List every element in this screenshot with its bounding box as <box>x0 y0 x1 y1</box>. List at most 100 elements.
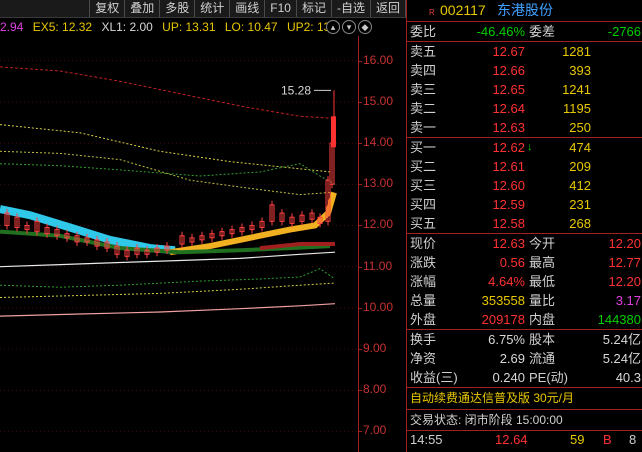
quote-summary: 现价 12.63 今开 12.20 涨跌 0.56 最高 12.77 涨幅 4.64% 最低 12.2… <box>407 233 642 329</box>
bid-row[interactable]: 买一 12.62 ↓ 474 <box>407 138 642 157</box>
ask-row[interactable]: 卖五 12.67 1281 <box>407 42 642 61</box>
draw-line-button[interactable]: 画线 <box>229 0 264 17</box>
bid-label: 买三 <box>410 178 437 193</box>
field-label: 流通 <box>529 351 556 366</box>
ask-label: 卖四 <box>410 63 437 78</box>
field-label: 涨幅 <box>410 274 437 289</box>
tick-time: 14:55 <box>410 432 443 447</box>
bid-price: 12.59 <box>492 197 525 212</box>
axis-tick-mark <box>359 266 362 268</box>
ask-price: 12.65 <box>492 82 525 97</box>
bid-row[interactable]: 买五 12.58 268 <box>407 214 642 233</box>
ask-price: 12.67 <box>492 44 525 59</box>
axis-tick-mark <box>359 307 362 309</box>
ratio-label: 委比 <box>410 24 437 39</box>
chart-toolbar: 复权 叠加 多股 统计 画线 F10 标记 -自选 返回 <box>0 0 406 18</box>
field-label: 量比 <box>529 293 556 308</box>
field-value: 12.20 <box>608 274 641 289</box>
tick-row: 14:55 12.64 59 B 8 <box>407 430 642 449</box>
back-button[interactable]: 返回 <box>369 0 406 17</box>
stock-code[interactable]: 002117 <box>440 0 486 21</box>
axis-tick-label: 7.00 <box>363 423 387 438</box>
field-value: 4.64% <box>488 274 525 289</box>
field-value: 3.17 <box>615 293 641 308</box>
fuquan-button[interactable]: 复权 <box>89 0 124 17</box>
down-arrow-icon: ↓ <box>527 141 533 153</box>
quote-row: 收益(三) 0.240 PE(动) 40.3 <box>407 368 642 387</box>
bid-label: 买四 <box>410 197 437 212</box>
bid-price: 12.61 <box>492 159 525 174</box>
quote-row: 涨跌 0.56 最高 12.77 <box>407 253 642 272</box>
axis-tick-mark <box>359 143 362 145</box>
zoom-up-icon[interactable]: ▴ <box>326 20 340 34</box>
bid-row[interactable]: 买二 12.61 209 <box>407 157 642 176</box>
field-label: 最低 <box>529 274 556 289</box>
promo-banner[interactable]: 自动续费通达信普及版 30元/月 <box>407 387 642 409</box>
axis-tick-label: 10.00 <box>363 299 394 314</box>
field-value: 353558 <box>481 293 525 308</box>
field-label: 净资 <box>410 351 437 366</box>
indicator-line: 2.94 EX5: 12.32 XL1: 2.00 UP: 13.31 LO: … <box>0 18 350 36</box>
ask-book: 卖五 12.67 1281 卖四 12.66 393 卖三 12.65 1241 卖二 12.64 1… <box>407 41 642 137</box>
settings-icon[interactable]: ◆ <box>358 20 372 34</box>
ask-row[interactable]: 卖三 12.65 1241 <box>407 80 642 99</box>
green-envelope-lower <box>0 268 336 288</box>
indicator-up: UP: 13.31 <box>162 20 216 34</box>
ask-row[interactable]: 卖一 12.63 250 <box>407 118 642 137</box>
bid-label: 买二 <box>410 159 437 174</box>
last-candle-body <box>331 116 336 148</box>
bid-label: 买一 <box>410 140 437 155</box>
field-value: 2.69 <box>499 351 525 366</box>
field-label: 最高 <box>529 255 556 270</box>
ask-price: 12.64 <box>492 101 525 116</box>
diff-value: -2766 <box>607 24 641 39</box>
fundamentals: 换手 6.75% 股本 5.24亿 净资 2.69 流通 5.24亿 收益(三) 0.240 PE(… <box>407 329 642 387</box>
ask-volume: 1281 <box>562 44 591 59</box>
tick-volume: 59 <box>570 432 585 447</box>
remove-watchlist-button[interactable]: -自选 <box>330 0 370 17</box>
bid-volume: 209 <box>569 159 591 174</box>
zoom-down-icon[interactable]: ▾ <box>342 20 356 34</box>
ask-price: 12.63 <box>492 120 525 135</box>
field-value: 5.24亿 <box>602 332 641 347</box>
indicator-ex5: EX5: 12.32 <box>32 20 93 34</box>
kline-chart[interactable]: 15.28 <box>0 36 360 452</box>
ask-volume: 393 <box>569 63 591 78</box>
ask-price: 12.66 <box>492 63 525 78</box>
tick-count: 8 <box>629 432 637 447</box>
tick-price: 12.64 <box>495 432 528 447</box>
ask-row[interactable]: 卖四 12.66 393 <box>407 61 642 80</box>
stock-name[interactable]: 东港股份 <box>497 0 553 21</box>
axis-tick-label: 16.00 <box>363 52 394 67</box>
ask-label: 卖五 <box>410 44 437 59</box>
stock-header: R 002117 东港股份 <box>407 0 642 22</box>
field-label: 总量 <box>410 293 437 308</box>
multi-stock-button[interactable]: 多股 <box>159 0 194 17</box>
peak-price-label: 15.28 <box>281 83 311 97</box>
ask-row[interactable]: 卖二 12.64 1195 <box>407 99 642 118</box>
field-value: 12.63 <box>492 236 525 251</box>
field-value: 12.20 <box>608 236 641 251</box>
mark-button[interactable]: 标记 <box>295 0 331 17</box>
axis-tick-mark <box>359 60 362 62</box>
field-value: 209178 <box>481 312 525 327</box>
bid-price: 12.62 <box>492 140 525 155</box>
field-value: 12.77 <box>608 255 641 270</box>
ratio-value: -46.46% <box>476 24 525 39</box>
bid-row[interactable]: 买三 12.60 412 <box>407 176 642 195</box>
field-label: 涨跌 <box>410 255 437 270</box>
bid-volume: 231 <box>569 197 591 212</box>
bid-price: 12.60 <box>492 178 525 193</box>
overlay-button[interactable]: 叠加 <box>124 0 159 17</box>
field-value: 6.75% <box>488 332 525 347</box>
quote-row: 外盘 209178 内盘 144380 <box>407 310 642 329</box>
field-value: 5.24亿 <box>602 351 641 366</box>
axis-tick-mark <box>359 101 362 103</box>
stats-button[interactable]: 统计 <box>194 0 229 17</box>
f10-button[interactable]: F10 <box>264 0 296 17</box>
bid-volume: 412 <box>569 178 591 193</box>
axis-tick-mark <box>359 431 362 433</box>
bid-row[interactable]: 买四 12.59 231 <box>407 195 642 214</box>
field-label: 换手 <box>410 332 437 347</box>
price-axis: 16.00 15.00 14.00 13.00 12.00 11.00 10.00 9.00 8… <box>358 36 407 452</box>
